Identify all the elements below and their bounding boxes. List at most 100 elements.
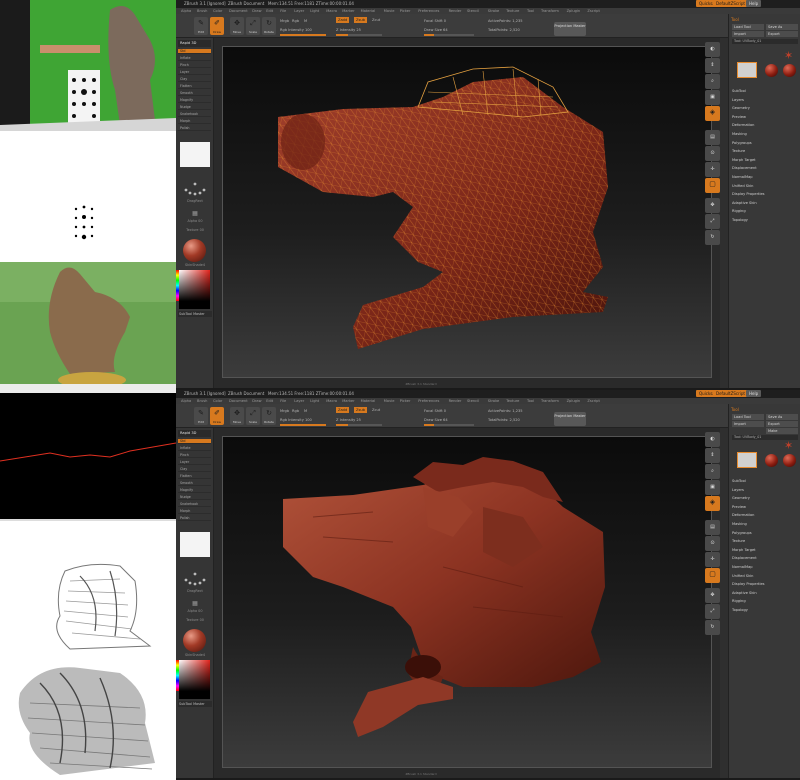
xyz-icon[interactable]: ✛ xyxy=(705,552,720,567)
default-zscript-button[interactable]: DefaultZScript xyxy=(713,0,748,7)
stroke-icon[interactable] xyxy=(182,176,208,198)
help-button[interactable]: Help xyxy=(746,0,762,7)
rotate-button[interactable]: ↻ Rotate xyxy=(262,17,276,35)
star-tool-icon[interactable]: ✶ xyxy=(784,50,793,61)
scale-view-icon[interactable]: ⤢ xyxy=(705,604,720,619)
tool-subpalette-polygroups[interactable]: Polygroups xyxy=(732,141,752,145)
focal-shift-slider[interactable]: Focal Shift 0 xyxy=(424,409,446,413)
zcut-button[interactable]: Zcut xyxy=(372,408,380,412)
tool-subpalette-morph-target[interactable]: Morph Target xyxy=(732,548,756,552)
brush-item-inflate[interactable]: Inflate xyxy=(178,446,211,451)
rgb-intensity-slider[interactable]: Rgb Intensity 100 xyxy=(280,418,312,422)
tool-subpalette-adaptive-skin[interactable]: Adaptive Skin xyxy=(732,591,757,595)
persp-icon[interactable]: ◈ xyxy=(705,106,720,121)
actual-size-icon[interactable]: ▣ xyxy=(705,480,720,495)
brush-item-flatten[interactable]: Flatten xyxy=(178,474,211,479)
z-intensity-bar[interactable] xyxy=(336,34,382,36)
rotate-view-icon[interactable]: ↻ xyxy=(705,620,720,635)
tool-subpalette-preview[interactable]: Preview xyxy=(732,505,746,509)
actual-size-icon[interactable]: ▣ xyxy=(705,90,720,105)
brush-item-std[interactable]: Std xyxy=(178,49,211,54)
move-view-icon[interactable]: ✥ xyxy=(705,588,720,603)
export-button[interactable]: Export xyxy=(766,31,798,37)
move-button[interactable]: ✥ Move xyxy=(230,407,244,425)
polymesh-tool-icon[interactable] xyxy=(783,454,796,467)
secondary-color[interactable] xyxy=(179,691,210,699)
subtool-master-button[interactable]: SubTool Master xyxy=(178,311,212,317)
edit-button[interactable]: ✎ Edit xyxy=(194,17,208,35)
tool-palette-header[interactable]: Tool xyxy=(731,17,799,23)
brush-item-layer[interactable]: Layer xyxy=(178,70,211,75)
rgb-toggle[interactable]: Rgb xyxy=(292,19,299,23)
brush-item-pinch[interactable]: Pinch xyxy=(178,453,211,458)
rgb-toggle[interactable]: Rgb xyxy=(292,409,299,413)
zsub-button[interactable]: Zsub xyxy=(354,17,367,23)
local-icon[interactable]: ⊙ xyxy=(705,536,720,551)
draw-button[interactable]: ✐ Draw xyxy=(210,407,224,425)
brush-item-flatten[interactable]: Flatten xyxy=(178,84,211,89)
tool-subpalette-rigging[interactable]: Rigging xyxy=(732,599,746,603)
current-texture-swatch[interactable] xyxy=(180,142,210,167)
star-tool-icon[interactable]: ✶ xyxy=(784,440,793,451)
sphere-tool-icon[interactable] xyxy=(765,454,778,467)
tool-subpalette-polygroups[interactable]: Polygroups xyxy=(732,531,752,535)
m-toggle[interactable]: M xyxy=(304,409,307,413)
color-picker[interactable] xyxy=(179,270,210,301)
projection-master-button[interactable]: Projection Master xyxy=(554,412,586,426)
tool-subpalette-geometry[interactable]: Geometry xyxy=(732,106,750,110)
m-toggle[interactable]: M xyxy=(304,19,307,23)
tool-subpalette-normalmap[interactable]: NormalMap xyxy=(732,565,753,569)
tool-subpalette-deformation[interactable]: Deformation xyxy=(732,513,754,517)
tool-thumbnail[interactable] xyxy=(737,62,757,78)
polymesh-tool-icon[interactable] xyxy=(783,64,796,77)
tool-subpalette-rigging[interactable]: Rigging xyxy=(732,209,746,213)
tool-subpalette-displacement[interactable]: Displacement xyxy=(732,556,757,560)
tool-subpalette-masking[interactable]: Masking xyxy=(732,522,747,526)
secondary-color[interactable] xyxy=(179,301,210,309)
rgb-intensity-bar[interactable] xyxy=(280,424,326,426)
alpha-icon[interactable]: ▦ xyxy=(178,600,212,607)
material-sphere[interactable] xyxy=(183,629,206,652)
tool-subpalette-display-properties[interactable]: Display Properties xyxy=(732,192,765,196)
brush-item-nudge[interactable]: Nudge xyxy=(178,105,211,110)
mrgb-toggle[interactable]: Mrgb xyxy=(280,19,289,23)
brush-item-nudge[interactable]: Nudge xyxy=(178,495,211,500)
scale-button[interactable]: ⤢ Scale xyxy=(246,407,260,425)
material-sphere[interactable] xyxy=(183,239,206,262)
brush-item-morph[interactable]: Morph xyxy=(178,119,211,124)
persp-icon[interactable]: ◈ xyxy=(705,496,720,511)
tool-subpalette-topology[interactable]: Topology xyxy=(732,608,748,612)
stroke-icon[interactable] xyxy=(182,566,208,588)
load-tool-button[interactable]: Load Tool xyxy=(732,414,764,420)
tool-subpalette-subtool[interactable]: SubTool xyxy=(732,89,746,93)
floor-icon[interactable]: ▤ xyxy=(705,130,720,145)
tool-palette-header[interactable]: Tool xyxy=(731,407,799,413)
scale-view-icon[interactable]: ⤢ xyxy=(705,214,720,229)
current-tool-dropdown[interactable]: Tool: UVBody_01 xyxy=(732,39,798,44)
tool-subpalette-unified-skin[interactable]: Unified Skin xyxy=(732,184,753,188)
brush-item-snakehook[interactable]: Snakehook xyxy=(178,502,211,507)
default-zscript-button[interactable]: DefaultZScript xyxy=(713,390,748,397)
current-texture-swatch[interactable] xyxy=(180,532,210,557)
tool-subpalette-preview[interactable]: Preview xyxy=(732,115,746,119)
tool-subpalette-subtool[interactable]: SubTool xyxy=(732,479,746,483)
brush-item-magnify[interactable]: Magnify xyxy=(178,488,211,493)
local-icon[interactable]: ⊙ xyxy=(705,146,720,161)
tool-subpalette-layers[interactable]: Layers xyxy=(732,488,744,492)
brush-item-inflate[interactable]: Inflate xyxy=(178,56,211,61)
tool-subpalette-masking[interactable]: Masking xyxy=(732,132,747,136)
zoom-icon[interactable]: ⌕ xyxy=(705,464,720,479)
scroll-icon[interactable]: ⇕ xyxy=(705,448,720,463)
mrgb-toggle[interactable]: Mrgb xyxy=(280,409,289,413)
bpr-icon[interactable]: ◐ xyxy=(705,42,720,57)
tool-subpalette-normalmap[interactable]: NormalMap xyxy=(732,175,753,179)
tool-subpalette-texture[interactable]: Texture xyxy=(732,539,745,543)
load-tool-button[interactable]: Load Tool xyxy=(732,24,764,30)
zsub-button[interactable]: Zsub xyxy=(354,407,367,413)
frame-icon[interactable]: ▢ xyxy=(705,178,720,193)
tool-subpalette-topology[interactable]: Topology xyxy=(732,218,748,222)
rotate-view-icon[interactable]: ↻ xyxy=(705,230,720,245)
subtool-master-button[interactable]: SubTool Master xyxy=(178,701,212,707)
bpr-icon[interactable]: ◐ xyxy=(705,432,720,447)
tool-subpalette-displacement[interactable]: Displacement xyxy=(732,166,757,170)
